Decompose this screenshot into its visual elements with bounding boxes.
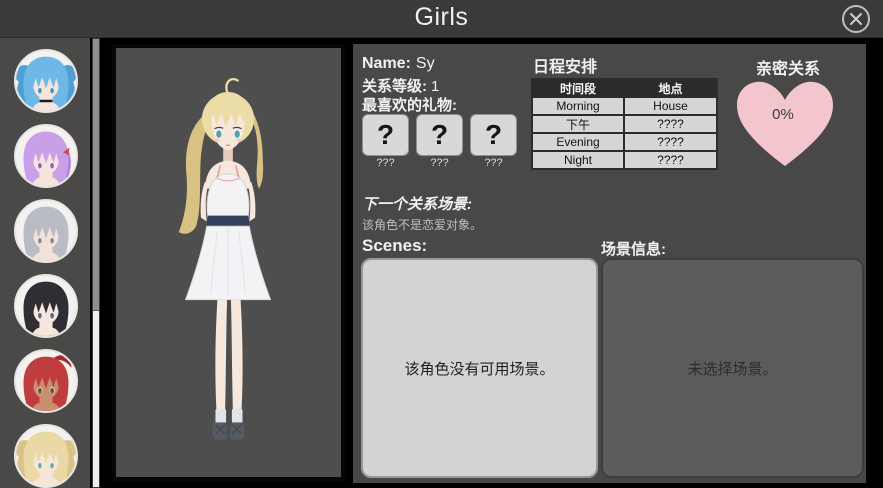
scenes-empty-message: 该角色没有可用场景。 bbox=[404, 358, 554, 379]
character-portrait-panel bbox=[112, 44, 345, 481]
character-name-line: Name: Sy bbox=[362, 55, 435, 73]
scene-info-label: 场景信息: bbox=[601, 238, 666, 259]
sidebar-avatar-black-long[interactable] bbox=[14, 274, 78, 338]
level-label: 关系等级: bbox=[362, 78, 427, 95]
title-bar: Girls bbox=[0, 0, 883, 38]
gift-slot-1[interactable]: ? bbox=[362, 114, 409, 156]
schedule-title: 日程安排 bbox=[533, 53, 597, 77]
scenes-label: Scenes: bbox=[362, 236, 427, 256]
question-mark-icon: ? bbox=[485, 121, 502, 149]
schedule-cell: House bbox=[625, 98, 716, 114]
close-button[interactable] bbox=[841, 4, 871, 34]
avatar-girl-icon bbox=[16, 201, 76, 261]
schedule-cell: Night bbox=[533, 152, 623, 168]
scenes-list-panel: 该角色没有可用场景。 bbox=[361, 258, 598, 478]
avatar-list bbox=[0, 38, 90, 488]
question-mark-icon: ? bbox=[377, 121, 394, 149]
character-portrait-girl bbox=[116, 48, 341, 477]
intimacy-percent: 0% bbox=[772, 106, 794, 123]
schedule-table: 时间段 地点 Morning House 下午 ???? Evening ???… bbox=[531, 78, 718, 170]
level-value: 1 bbox=[431, 78, 439, 95]
schedule-header-location: 地点 bbox=[625, 80, 716, 96]
avatar-girl-icon bbox=[16, 426, 76, 486]
name-value: Sy bbox=[416, 55, 435, 72]
sidebar-avatar-blonde-pigtails[interactable] bbox=[14, 424, 78, 488]
scene-info-empty-message: 未选择场景。 bbox=[687, 358, 777, 379]
next-scene-text: 该角色不是恋爱对象。 bbox=[362, 216, 482, 233]
gift-caption-3: ??? bbox=[470, 157, 517, 169]
gift-slot-2[interactable]: ? bbox=[416, 114, 463, 156]
sidebar-avatar-red-ponytail[interactable] bbox=[14, 349, 78, 413]
gift-caption-2: ??? bbox=[416, 157, 463, 169]
avatar-girl-icon bbox=[16, 51, 76, 111]
schedule-cell: ???? bbox=[625, 116, 716, 132]
character-info-panel: Name: Sy 关系等级:1 最喜欢的礼物: ? ? ? ??? ??? ???… bbox=[353, 44, 866, 483]
sidebar-avatar-purple-ponytail[interactable] bbox=[14, 124, 78, 188]
avatar-girl-icon bbox=[16, 351, 76, 411]
sidebar-avatar-silver-long[interactable] bbox=[14, 199, 78, 263]
schedule-cell: Evening bbox=[533, 134, 623, 150]
avatar-girl-icon bbox=[16, 276, 76, 336]
schedule-cell: 下午 bbox=[533, 116, 623, 132]
relationship-level-line: 关系等级:1 bbox=[362, 75, 439, 96]
scene-info-panel: 未选择场景。 bbox=[601, 258, 864, 478]
gift-caption-1: ??? bbox=[362, 157, 409, 169]
circle-x-icon bbox=[841, 4, 871, 34]
girls-menu-screen: Girls bbox=[0, 0, 883, 488]
favorite-gifts-label: 最喜欢的礼物: bbox=[362, 94, 457, 115]
intimacy-heart: 0% bbox=[733, 78, 837, 170]
avatar-scrollbar[interactable] bbox=[92, 38, 100, 488]
page-title: Girls bbox=[0, 3, 883, 32]
schedule-header-time: 时间段 bbox=[533, 80, 623, 96]
question-mark-icon: ? bbox=[431, 121, 448, 149]
intimacy-title: 亲密关系 bbox=[738, 55, 838, 79]
schedule-cell: Morning bbox=[533, 98, 623, 114]
heart-icon: 0% bbox=[733, 78, 837, 170]
schedule-cell: ???? bbox=[625, 152, 716, 168]
sidebar-avatar-blue-twintails[interactable] bbox=[14, 49, 78, 113]
avatar-girl-icon bbox=[16, 126, 76, 186]
next-scene-label: 下一个关系场景: bbox=[362, 193, 472, 214]
name-label: Name: bbox=[362, 55, 411, 72]
gift-slot-3[interactable]: ? bbox=[470, 114, 517, 156]
scrollbar-thumb[interactable] bbox=[93, 39, 99, 311]
schedule-cell: ???? bbox=[625, 134, 716, 150]
